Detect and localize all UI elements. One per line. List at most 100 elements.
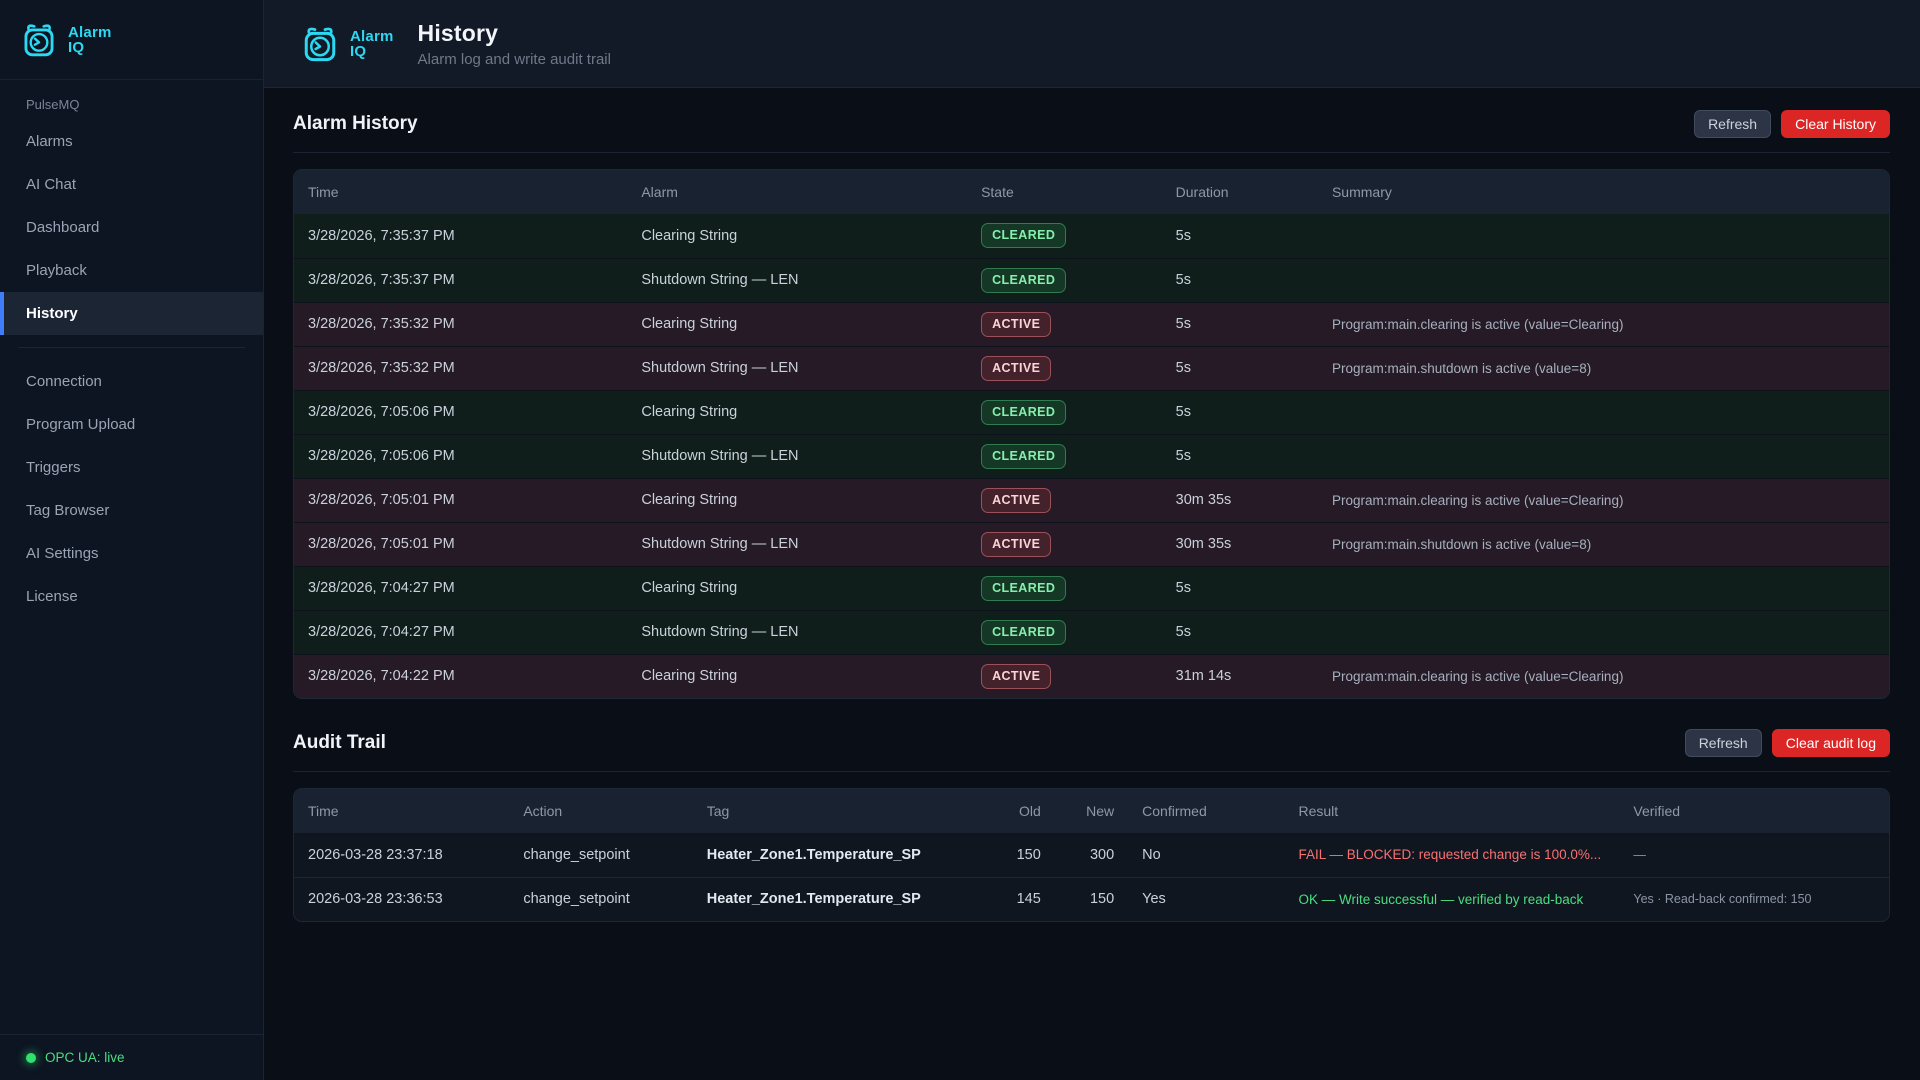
page-subtitle: Alarm log and write audit trail (418, 51, 611, 68)
alarm-duration: 5s (1162, 258, 1318, 302)
sidebar-item-label: Dashboard (26, 219, 99, 236)
alarm-summary (1318, 258, 1889, 302)
audit-result: FAIL — BLOCKED: requested change is 100.… (1284, 833, 1619, 877)
sidebar-item-label: AI Chat (26, 176, 76, 193)
state-badge: ACTIVE (981, 488, 1051, 513)
alarm-history-row[interactable]: 3/28/2026, 7:05:06 PM Clearing String CL… (294, 390, 1889, 434)
alarm-name: Clearing String (627, 654, 967, 698)
alarm-history-title: Alarm History (293, 113, 418, 135)
alarm-summary: Program:main.clearing is active (value=C… (1318, 302, 1889, 346)
audit-verified: — (1619, 833, 1889, 877)
alarm-history-row[interactable]: 3/28/2026, 7:35:37 PM Clearing String CL… (294, 214, 1889, 258)
audit-tag: Heater_Zone1.Temperature_SP (693, 833, 993, 877)
brand-line1: Alarm (68, 25, 112, 40)
sidebar-item-connection[interactable]: Connection (0, 360, 263, 403)
alarm-time: 3/28/2026, 7:05:06 PM (294, 390, 627, 434)
audit-trail-table: Time Action Tag Old New Confirmed Result… (294, 789, 1889, 921)
refresh-audit-button[interactable]: Refresh (1685, 729, 1762, 757)
col-tag: Tag (693, 789, 993, 833)
col-time: Time (294, 170, 627, 214)
alarm-name: Clearing String (627, 214, 967, 258)
state-badge: CLEARED (981, 223, 1066, 248)
alarm-duration: 5s (1162, 214, 1318, 258)
main-area: Alarm IQ History Alarm log and write aud… (264, 0, 1920, 1080)
col-alarm: Alarm (627, 170, 967, 214)
alarm-history-row[interactable]: 3/28/2026, 7:35:37 PM Shutdown String — … (294, 258, 1889, 302)
state-badge: CLEARED (981, 620, 1066, 645)
sidebar-item-ai-settings[interactable]: AI Settings (0, 532, 263, 575)
alarm-duration: 5s (1162, 390, 1318, 434)
sidebar-item-playback[interactable]: Playback (0, 249, 263, 292)
col-action: Action (509, 789, 692, 833)
alarm-time: 3/28/2026, 7:35:32 PM (294, 346, 627, 390)
alarm-history-row[interactable]: 3/28/2026, 7:05:01 PM Shutdown String — … (294, 522, 1889, 566)
sidebar-item-label: Triggers (26, 459, 80, 476)
alarm-duration: 5s (1162, 566, 1318, 610)
sidebar-item-label: Playback (26, 262, 87, 279)
page-content: Alarm History Refresh Clear History Time (264, 88, 1920, 1080)
alarm-history-row[interactable]: 3/28/2026, 7:35:32 PM Clearing String AC… (294, 302, 1889, 346)
alarm-history-row[interactable]: 3/28/2026, 7:04:27 PM Clearing String CL… (294, 566, 1889, 610)
alarm-clock-icon (20, 21, 58, 59)
audit-trail-section: Audit Trail Refresh Clear audit log Time (293, 729, 1890, 922)
sidebar-divider (18, 347, 245, 348)
alarm-summary (1318, 434, 1889, 478)
alarm-history-row[interactable]: 3/28/2026, 7:05:06 PM Shutdown String — … (294, 434, 1889, 478)
alarm-name: Shutdown String — LEN (627, 258, 967, 302)
alarm-time: 3/28/2026, 7:04:22 PM (294, 654, 627, 698)
sidebar-item-program-upload[interactable]: Program Upload (0, 403, 263, 446)
brand-name: Alarm IQ (68, 25, 112, 55)
alarm-history-row[interactable]: 3/28/2026, 7:35:32 PM Shutdown String — … (294, 346, 1889, 390)
alarm-summary: Program:main.clearing is active (value=C… (1318, 478, 1889, 522)
audit-trail-row[interactable]: 2026-03-28 23:36:53 change_setpoint Heat… (294, 877, 1889, 921)
brand-line2: IQ (68, 40, 112, 55)
page-title: History (418, 20, 611, 47)
page-header: Alarm IQ History Alarm log and write aud… (264, 0, 1920, 88)
brand-name: Alarm IQ (350, 29, 394, 59)
alarm-time: 3/28/2026, 7:35:37 PM (294, 214, 627, 258)
audit-trail-actions: Refresh Clear audit log (1685, 729, 1890, 757)
alarm-history-panel: Time Alarm State Duration Summary 3/28/2… (293, 169, 1890, 699)
sidebar-item-alarms[interactable]: Alarms (0, 120, 263, 163)
alarm-history-section: Alarm History Refresh Clear History Time (293, 110, 1890, 699)
col-confirmed: Confirmed (1128, 789, 1284, 833)
alarm-time: 3/28/2026, 7:35:37 PM (294, 258, 627, 302)
sidebar-item-label: Alarms (26, 133, 73, 150)
sidebar-item-history[interactable]: History (0, 292, 263, 335)
clear-history-button[interactable]: Clear History (1781, 110, 1890, 138)
alarm-name: Clearing String (627, 478, 967, 522)
alarm-name: Shutdown String — LEN (627, 610, 967, 654)
alarm-history-row[interactable]: 3/28/2026, 7:04:27 PM Shutdown String — … (294, 610, 1889, 654)
alarm-summary (1318, 390, 1889, 434)
col-summary: Summary (1318, 170, 1889, 214)
audit-trail-row[interactable]: 2026-03-28 23:37:18 change_setpoint Heat… (294, 833, 1889, 877)
clear-audit-button[interactable]: Clear audit log (1772, 729, 1890, 757)
sidebar-item-dashboard[interactable]: Dashboard (0, 206, 263, 249)
alarm-duration: 30m 35s (1162, 478, 1318, 522)
page-titles: History Alarm log and write audit trail (418, 20, 611, 68)
sidebar-item-ai-chat[interactable]: AI Chat (0, 163, 263, 206)
sidebar-item-label: License (26, 588, 78, 605)
audit-new: 150 (1055, 877, 1128, 921)
audit-action: change_setpoint (509, 877, 692, 921)
alarm-history-row[interactable]: 3/28/2026, 7:04:22 PM Clearing String AC… (294, 654, 1889, 698)
refresh-history-button[interactable]: Refresh (1694, 110, 1771, 138)
col-verified: Verified (1619, 789, 1889, 833)
sidebar-item-tag-browser[interactable]: Tag Browser (0, 489, 263, 532)
sidebar-item-triggers[interactable]: Triggers (0, 446, 263, 489)
app-window: Alarm IQ PulseMQ Alarms AI Chat Dashboar… (0, 0, 1920, 1080)
audit-confirmed: Yes (1128, 877, 1284, 921)
alarm-history-row[interactable]: 3/28/2026, 7:05:01 PM Clearing String AC… (294, 478, 1889, 522)
audit-confirmed: No (1128, 833, 1284, 877)
sidebar-item-label: Program Upload (26, 416, 135, 433)
sidebar-item-license[interactable]: License (0, 575, 263, 618)
alarm-history-actions: Refresh Clear History (1694, 110, 1890, 138)
state-badge: CLEARED (981, 576, 1066, 601)
sidebar: Alarm IQ PulseMQ Alarms AI Chat Dashboar… (0, 0, 264, 1080)
audit-time: 2026-03-28 23:37:18 (294, 833, 509, 877)
audit-new: 300 (1055, 833, 1128, 877)
alarm-summary: Program:main.shutdown is active (value=8… (1318, 346, 1889, 390)
alarm-summary (1318, 566, 1889, 610)
alarm-summary: Program:main.clearing is active (value=C… (1318, 654, 1889, 698)
alarm-duration: 31m 14s (1162, 654, 1318, 698)
